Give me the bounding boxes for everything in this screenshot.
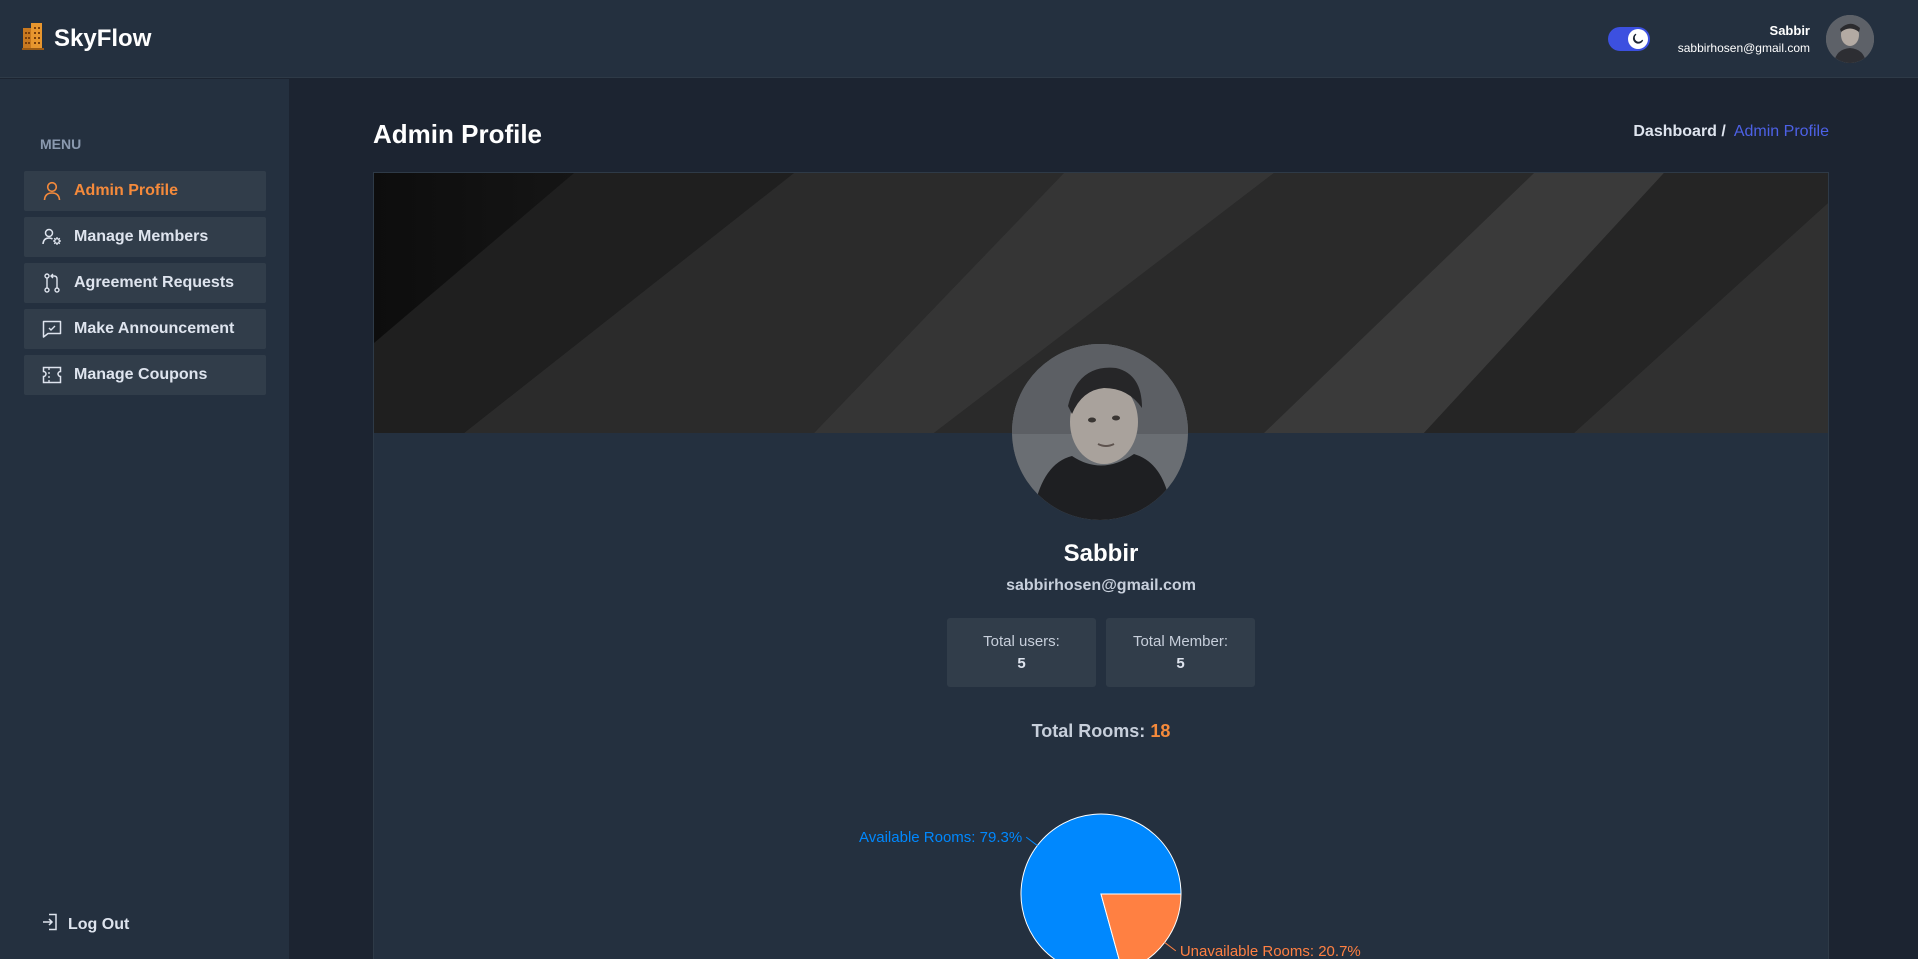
breadcrumb: Dashboard / Admin Profile xyxy=(1633,123,1829,141)
sidebar-item-manage-coupons[interactable]: Manage Coupons xyxy=(24,355,266,395)
dark-mode-toggle[interactable] xyxy=(1607,26,1650,51)
user-info[interactable]: Sabbir sabbirhosen@gmail.com xyxy=(1678,22,1810,56)
rooms-pie-chart: Available Rooms: 79.3% Unavailable Rooms:… xyxy=(859,813,1361,959)
logout-icon xyxy=(42,913,58,936)
breadcrumb-current: Admin Profile xyxy=(1733,123,1829,140)
sidebar-item-admin-profile[interactable]: Admin Profile xyxy=(24,171,266,211)
page-title: Admin Profile xyxy=(373,119,543,149)
sidebar: MENU Admin Profile Manage Members Agreem… xyxy=(0,79,289,959)
profile-card: Sabbir sabbirhosen@gmail.com Total users… xyxy=(373,172,1829,959)
top-header: SkyFlow Sabbir sabbirhosen@gmail.com xyxy=(0,0,1918,78)
logo[interactable]: SkyFlow xyxy=(22,22,151,55)
menu-title: MENU xyxy=(40,136,82,152)
avatar[interactable] xyxy=(1826,14,1874,63)
sidebar-item-label: Agreement Requests xyxy=(74,274,235,291)
message-square-icon xyxy=(42,319,62,339)
main-content: Admin Profile Dashboard / Admin Profile xyxy=(290,79,1918,959)
building-icon xyxy=(22,22,44,55)
sidebar-item-label: Manage Members xyxy=(74,228,209,245)
pie-label: Available Rooms: 79.3% xyxy=(859,829,1022,846)
sidebar-item-label: Make Announcement xyxy=(74,320,235,337)
sidebar-item-make-announcement[interactable]: Make Announcement xyxy=(24,309,266,349)
moon-icon xyxy=(1627,28,1648,49)
menu-list: Admin Profile Manage Members Agreement R… xyxy=(24,171,266,401)
pie-label-line xyxy=(1025,836,1038,846)
app-name: SkyFlow xyxy=(54,24,152,52)
ticket-icon xyxy=(42,365,62,385)
logout-button[interactable]: Log Out xyxy=(42,913,129,936)
user-icon xyxy=(42,181,62,201)
user-name: Sabbir xyxy=(1769,22,1810,38)
sidebar-item-label: Admin Profile xyxy=(74,182,179,199)
logout-label: Log Out xyxy=(68,915,130,933)
sidebar-item-agreement-requests[interactable]: Agreement Requests xyxy=(24,263,266,303)
users-gear-icon xyxy=(42,227,62,247)
sidebar-item-label: Manage Coupons xyxy=(74,366,208,383)
pie-label-line xyxy=(1164,942,1177,952)
user-email: sabbirhosen@gmail.com xyxy=(1677,40,1810,55)
pie-label: Unavailable Rooms: 20.7% xyxy=(1180,943,1361,959)
sidebar-item-manage-members[interactable]: Manage Members xyxy=(24,217,266,257)
git-pull-request-icon xyxy=(42,273,62,293)
breadcrumb-dashboard[interactable]: Dashboard / xyxy=(1633,123,1725,141)
